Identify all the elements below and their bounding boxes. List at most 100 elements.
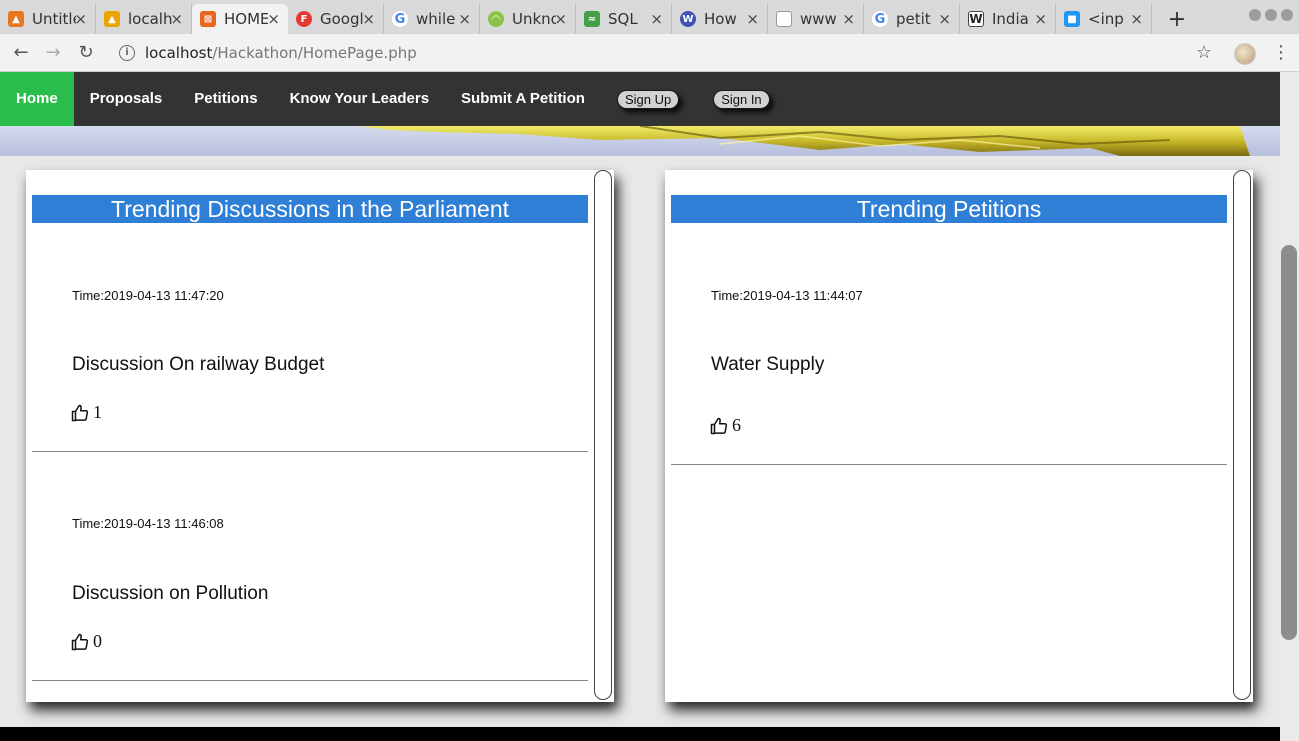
tab-favicon-icon: ▲	[104, 11, 120, 27]
new-tab-button[interactable]: +	[1162, 4, 1192, 34]
petitions-card: Trending Petitions Time:2019-04-13 11:44…	[665, 170, 1253, 702]
card-scrollbar[interactable]	[594, 170, 612, 700]
profile-avatar[interactable]	[1234, 43, 1256, 65]
page-icon	[776, 11, 792, 27]
browser-tab[interactable]: Gpetit ×	[864, 4, 960, 34]
close-icon[interactable]: ×	[458, 10, 471, 28]
tab-title: www	[800, 10, 837, 28]
tab-favicon-icon: ⊠	[200, 11, 216, 27]
bookmark-star-icon[interactable]: ☆	[1196, 42, 1212, 63]
discussions-card: Trending Discussions in the Parliament T…	[26, 170, 614, 702]
google-icon: G	[392, 11, 408, 27]
like-count: 1	[93, 402, 102, 422]
thumbs-up-icon	[710, 417, 728, 434]
maximize-icon[interactable]	[1265, 9, 1277, 21]
web-page: Home Proposals Petitions Know Your Leade…	[0, 72, 1280, 741]
nav-know-your-leaders[interactable]: Know Your Leaders	[274, 72, 445, 126]
forward-arrow-icon[interactable]: →	[41, 41, 65, 65]
tab-title: SQL	[608, 10, 638, 28]
tab-favicon-icon: ◠	[488, 11, 504, 27]
tab-favicon-icon: ≈	[584, 11, 600, 27]
tab-favicon-icon: W	[680, 11, 696, 27]
petition-title[interactable]: Water Supply	[711, 354, 824, 376]
sign-up-button[interactable]: Sign Up	[616, 89, 680, 109]
minimize-icon[interactable]	[1249, 9, 1261, 21]
browser-tab-active[interactable]: ⊠ HOME ×	[192, 4, 288, 34]
close-window-icon[interactable]	[1281, 9, 1293, 21]
tab-title: <inp	[1088, 10, 1124, 28]
card-scrollbar[interactable]	[1233, 170, 1251, 700]
tab-title: petit	[896, 10, 931, 28]
browser-tab[interactable]: www ×	[768, 4, 864, 34]
nav-submit-petition[interactable]: Submit A Petition	[445, 72, 601, 126]
close-icon[interactable]: ×	[362, 10, 375, 28]
like-button[interactable]: 1	[71, 402, 102, 423]
discussion-title[interactable]: Discussion on Pollution	[72, 583, 268, 605]
tab-title: localhost	[128, 10, 172, 28]
like-count: 0	[93, 631, 102, 651]
close-icon[interactable]: ×	[1130, 10, 1143, 28]
tab-title: Google	[320, 10, 364, 28]
browser-tab[interactable]: W India ×	[960, 4, 1056, 34]
scrollbar-thumb[interactable]	[1281, 245, 1297, 640]
menu-kebab-icon[interactable]: ⋮	[1272, 42, 1290, 63]
sign-in-button[interactable]: Sign In	[713, 89, 770, 109]
browser-tab[interactable]: Gwhile ×	[384, 4, 480, 34]
petition-time: Time:2019-04-13 11:44:07	[711, 288, 863, 303]
discussion-time: Time:2019-04-13 11:47:20	[72, 288, 224, 303]
address-bar[interactable]: i localhost/Hackathon/HomePage.php	[110, 39, 1220, 67]
nav-home[interactable]: Home	[0, 72, 74, 126]
google-icon: G	[872, 11, 888, 27]
page-scrollbar[interactable]	[1280, 72, 1299, 741]
browser-tab-strip: ▲Untitled× ▲localhost× ⊠HOME× FGoogle× G…	[0, 0, 1299, 34]
tab-favicon-icon: F	[296, 11, 312, 27]
page-footer-bar	[0, 727, 1280, 741]
browser-tab[interactable]: ▲ Untitled×	[0, 4, 96, 34]
reload-icon[interactable]: ↻	[74, 41, 98, 65]
browser-tab[interactable]: F Google×	[288, 4, 384, 34]
tab-title: while	[416, 10, 456, 28]
nav-petitions[interactable]: Petitions	[178, 72, 273, 126]
close-icon[interactable]: ×	[74, 10, 87, 28]
banner-artwork	[360, 126, 1250, 156]
close-icon[interactable]: ×	[938, 10, 951, 28]
close-icon[interactable]: ×	[554, 10, 567, 28]
tab-title: How	[704, 10, 737, 28]
tab-favicon-icon: ■	[1064, 11, 1080, 27]
discussions-title: Trending Discussions in the Parliament	[32, 195, 588, 223]
close-icon[interactable]: ×	[746, 10, 759, 28]
url-host: localhost	[145, 44, 213, 62]
top-navigation: Home Proposals Petitions Know Your Leade…	[0, 72, 1280, 126]
info-icon[interactable]: i	[119, 45, 135, 61]
wikipedia-icon: W	[968, 11, 984, 27]
close-icon[interactable]: ×	[170, 10, 183, 28]
item-divider	[671, 464, 1227, 465]
header-banner-image	[0, 126, 1280, 156]
like-button[interactable]: 6	[710, 415, 741, 436]
browser-tab[interactable]: W How ×	[672, 4, 768, 34]
petitions-title: Trending Petitions	[671, 195, 1227, 223]
nav-proposals[interactable]: Proposals	[74, 72, 179, 126]
like-button[interactable]: 0	[71, 631, 102, 652]
browser-toolbar: ← → ↻ i localhost/Hackathon/HomePage.php…	[0, 34, 1299, 72]
thumbs-up-icon	[71, 633, 89, 650]
tab-favicon-icon: ▲	[8, 11, 24, 27]
browser-tab[interactable]: ≈ SQL ×	[576, 4, 672, 34]
tab-title: India	[992, 10, 1029, 28]
back-arrow-icon[interactable]: ←	[9, 41, 33, 65]
close-icon[interactable]: ×	[267, 10, 280, 28]
tab-title: Unknown	[512, 10, 556, 28]
close-icon[interactable]: ×	[842, 10, 855, 28]
discussion-title[interactable]: Discussion On railway Budget	[72, 354, 324, 376]
browser-tab[interactable]: ▲ localhost×	[96, 4, 192, 34]
window-controls	[1249, 9, 1293, 21]
browser-tab[interactable]: ■ <inp ×	[1056, 4, 1152, 34]
tab-title: Untitled	[32, 10, 76, 28]
close-icon[interactable]: ×	[1034, 10, 1047, 28]
tab-title: HOME	[224, 10, 268, 28]
close-icon[interactable]: ×	[650, 10, 663, 28]
item-divider	[32, 680, 588, 681]
like-count: 6	[732, 415, 741, 435]
browser-tab[interactable]: ◠ Unknown×	[480, 4, 576, 34]
discussion-time: Time:2019-04-13 11:46:08	[72, 516, 224, 531]
